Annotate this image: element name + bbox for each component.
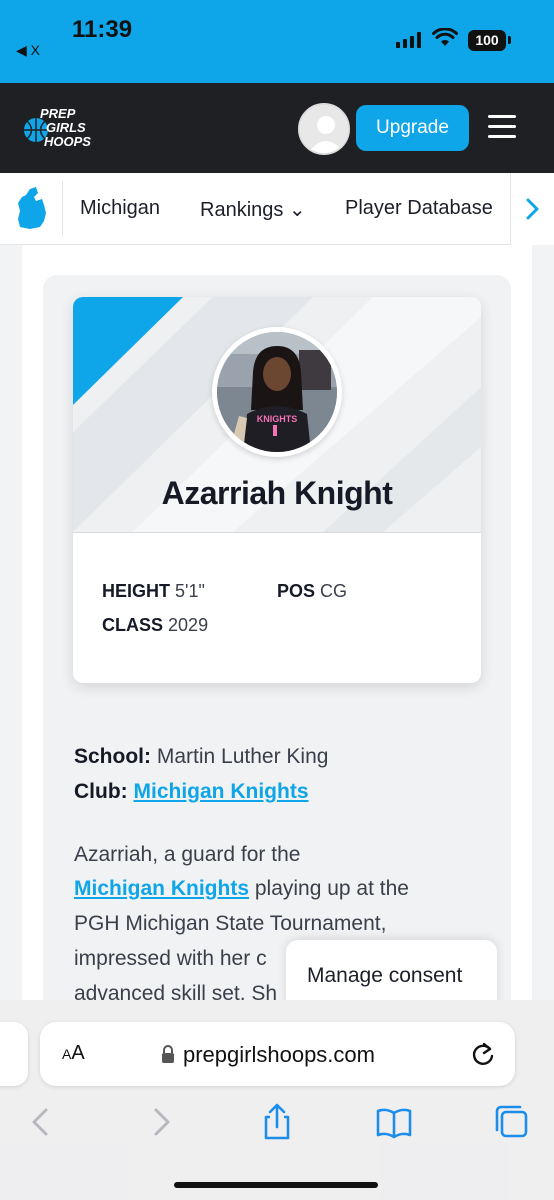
logo-line-prep: PREP	[40, 106, 76, 121]
bio-club-link[interactable]: Michigan Knights	[74, 877, 249, 900]
tabs-icon[interactable]	[492, 1102, 532, 1142]
club-link[interactable]: Michigan Knights	[134, 780, 309, 803]
reader-text-size-button[interactable]: AA	[62, 1042, 85, 1065]
home-indicator	[174, 1182, 378, 1188]
share-icon[interactable]	[257, 1102, 297, 1142]
school-line: School: Martin Luther King	[74, 746, 328, 767]
profile-divider	[73, 532, 481, 533]
stat-position: POS CG	[277, 581, 347, 602]
stat-height: HEIGHT 5'1"	[102, 581, 205, 602]
jersey-text: KNIGHTS	[257, 414, 298, 424]
bio-paragraph-line-4: impressed with her c	[74, 947, 267, 970]
back-to-app-link[interactable]: ◀ X	[16, 42, 40, 59]
player-photo: KNIGHTS	[212, 327, 342, 457]
height-label: HEIGHT	[102, 581, 171, 601]
bio-line-2-text: playing up at the	[254, 877, 409, 900]
upgrade-button[interactable]: Upgrade	[356, 105, 469, 151]
player-name: Azarriah Knight	[161, 475, 393, 511]
reload-icon[interactable]	[470, 1040, 496, 1068]
nav-scroll-next-button[interactable]	[510, 173, 554, 245]
michigan-state-icon[interactable]	[12, 185, 52, 231]
state-subnav: Michigan Rankings ⌄ Player Database	[0, 173, 554, 245]
status-time: 11:39	[72, 16, 133, 43]
cellular-signal-icon	[396, 32, 421, 48]
nav-item-michigan[interactable]: Michigan	[80, 197, 160, 220]
battery-cap	[508, 36, 511, 44]
lock-icon	[162, 1045, 174, 1063]
previous-tab-pill[interactable]	[0, 1022, 28, 1086]
bookmarks-icon[interactable]	[374, 1102, 414, 1142]
logo-line-girls: GIRLS	[46, 120, 86, 135]
battery-indicator: 100	[468, 30, 506, 51]
player-photo-image: KNIGHTS	[217, 332, 337, 452]
account-avatar-button[interactable]	[298, 103, 350, 155]
user-avatar-icon	[300, 105, 348, 153]
aa-big: A	[71, 1042, 85, 1064]
address-bar[interactable]: AA prepgirlshoops.com	[40, 1022, 515, 1086]
back-arrow-icon[interactable]	[22, 1102, 62, 1142]
bio-paragraph-line-1: Azarriah, a guard for the	[74, 843, 301, 866]
status-bar: 11:39 ◀ X 100	[0, 0, 554, 83]
url-text[interactable]: prepgirlshoops.com	[183, 1042, 375, 1068]
stat-class: CLASS 2029	[102, 615, 208, 636]
school-label: School:	[74, 745, 151, 768]
hamburger-menu-icon[interactable]	[488, 115, 516, 139]
class-value: 2029	[168, 615, 209, 635]
pos-value: CG	[320, 581, 348, 601]
nav-item-player-database[interactable]: Player Database	[345, 197, 493, 220]
club-line: Club: Michigan Knights	[74, 781, 309, 802]
club-label: Club:	[74, 780, 128, 803]
pos-label: POS	[277, 581, 316, 601]
aa-small: A	[62, 1046, 72, 1062]
site-header: PREP GIRLS HOOPS Upgrade	[0, 83, 554, 173]
school-value: Martin Luther King	[156, 745, 329, 768]
nav-item-rankings[interactable]: Rankings ⌄	[200, 197, 306, 222]
prep-girls-hoops-logo[interactable]: PREP GIRLS HOOPS	[22, 105, 112, 151]
logo-line-hoops: HOOPS	[44, 134, 91, 149]
bio-paragraph-line-3: PGH Michigan State Tournament,	[74, 912, 387, 935]
chevron-right-icon	[526, 198, 539, 220]
bio-paragraph-line-2: Michigan Knights playing up at the	[74, 878, 409, 899]
wifi-icon	[432, 28, 458, 46]
class-label: CLASS	[102, 615, 164, 635]
forward-arrow-icon[interactable]	[140, 1102, 180, 1142]
player-profile-card: KNIGHTS Azarriah Knight HEIGHT 5'1" POS …	[73, 297, 481, 683]
height-value: 5'1"	[175, 581, 205, 601]
nav-divider	[62, 181, 63, 237]
